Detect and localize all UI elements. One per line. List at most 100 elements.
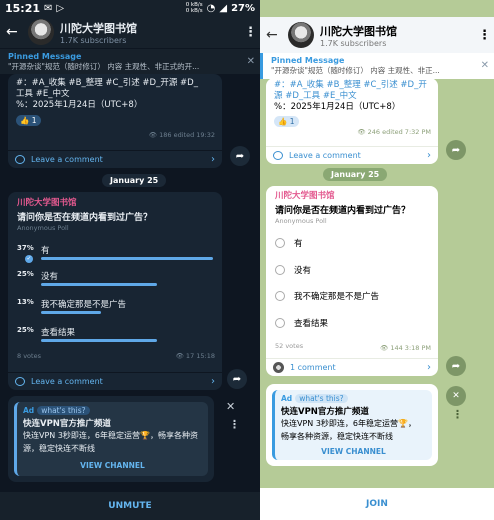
chevron-right-icon: › [427, 362, 431, 373]
ad-bubble: Ad what's this? 快连VPN官方推广频道 快连VPN 3秒即连，6年… [8, 396, 214, 482]
leave-comment-button[interactable]: Leave a comment › [266, 146, 438, 164]
poll-bubble: 川陀大学图书馆 请问你是否在频道内看到过广告？ Anonymous Poll 有… [266, 186, 438, 376]
poll-option[interactable]: 我不确定那是不是广告 [275, 287, 429, 305]
view-channel-button[interactable]: VIEW CHANNEL [23, 461, 202, 470]
channel-name[interactable]: 川陀大学图书馆 [60, 20, 244, 36]
check-icon: ✓ [25, 255, 33, 263]
hashtags-line-2[interactable]: 工具 #E_中文 [16, 89, 214, 100]
option-label: 有 [294, 239, 303, 249]
join-button[interactable]: JOIN [260, 488, 494, 520]
comment-icon [15, 155, 25, 164]
poll-option[interactable]: 有 [275, 234, 429, 252]
reaction-thumbs-up[interactable]: 👍 1 [16, 115, 41, 126]
view-channel-button[interactable]: VIEW CHANNEL [281, 447, 426, 456]
radio-icon [275, 318, 285, 328]
pinned-title: Pinned Message [271, 56, 345, 65]
poll-type: Anonymous Poll [17, 224, 69, 232]
close-ad-icon[interactable]: ✕ [446, 386, 466, 406]
comment-icon [273, 151, 283, 160]
channel-avatar[interactable] [288, 22, 314, 48]
option-bar [41, 311, 102, 314]
option-percent: 13% [17, 298, 34, 306]
subscriber-count: 1.7K subscribers [60, 35, 127, 45]
message-bubble-post: #：#A_收集 #B_整理 #C_引述 #D_开 源 #D_工具 #E_中文 %… [266, 78, 438, 164]
ad-title: 快连VPN官方推广频道 [281, 407, 369, 417]
poll-meta: 👁 144 3:18 PM [380, 344, 431, 352]
share-icon[interactable]: ➦ [230, 146, 250, 166]
poll-option[interactable]: 25% 没有 [17, 270, 213, 290]
leave-comment-button[interactable]: Leave a comment › [8, 372, 222, 390]
chat-header: ← 川陀大学图书馆 1.7K subscribers ⋮ [260, 17, 494, 53]
poll-option[interactable]: 没有 [275, 261, 429, 279]
back-arrow-icon[interactable]: ← [6, 24, 24, 40]
share-icon[interactable]: ➦ [446, 356, 466, 376]
option-bar [41, 339, 158, 342]
post-date-line: %：2025年1月24日（UTC+8） [16, 100, 143, 110]
poll-meta: 👁 17 15:18 [175, 352, 215, 360]
poll-option[interactable]: 13% 我不确定那是不是广告 [17, 298, 213, 318]
close-ad-icon[interactable]: ✕ [226, 400, 235, 413]
poll-option[interactable]: 25% 查看结果 [17, 326, 213, 346]
option-label: 没有 [41, 272, 59, 282]
light-theme-screen: ← 川陀大学图书馆 1.7K subscribers ⋮ Pinned Mess… [260, 0, 494, 520]
pinned-preview: "开源杂谈"规范（随时修订） 内容 主观性、非正式的开... [8, 62, 200, 71]
commenter-avatar [273, 362, 284, 373]
whats-this-link[interactable]: what's this? [37, 406, 90, 415]
radio-icon [275, 265, 285, 275]
chat-header: ← 川陀大学图书馆 1.7K subscribers ⋮ [0, 16, 260, 48]
more-menu-icon[interactable]: ⋮ [478, 28, 491, 43]
sponsored-message[interactable]: Ad what's this? 快连VPN官方推广频道 快连VPN 3秒即连，6年… [272, 390, 432, 460]
comments-button[interactable]: 1 comment › [266, 358, 438, 376]
back-arrow-icon[interactable]: ← [266, 27, 284, 43]
hashtags-line-2[interactable]: 源 #D_工具 #E_中文 [274, 91, 430, 102]
reaction-thumbs-up[interactable]: 👍 1 [274, 116, 299, 127]
option-percent: 37% [17, 244, 34, 252]
poll-channel-name[interactable]: 川陀大学图书馆 [275, 189, 429, 201]
chevron-right-icon: › [211, 376, 215, 387]
ad-title: 快连VPN官方推广频道 [23, 419, 111, 429]
option-percent: 25% [17, 270, 34, 278]
option-bar [41, 257, 213, 260]
ad-more-icon[interactable]: ⋮ [452, 408, 463, 421]
vote-count: 52 votes [275, 342, 304, 350]
hashtags-line-1[interactable]: #：#A_收集 #B_整理 #C_引述 #D_开源 #D_ [16, 78, 214, 89]
comment-label: Leave a comment [31, 377, 103, 386]
notification-icon: ✉ [44, 2, 53, 14]
dark-theme-screen: 15:21 ✉ ▷ 0 kB/s 0 kB/s ◔ ◢ 27% ← 川陀大学图书馆… [0, 0, 260, 520]
unmute-button[interactable]: UNMUTE [0, 492, 260, 520]
unpin-icon[interactable]: ✕ [247, 56, 255, 67]
channel-name[interactable]: 川陀大学图书馆 [320, 23, 478, 39]
subscriber-count: 1.7K subscribers [320, 38, 387, 48]
ad-body-2: 源，稳定快连不断线 [23, 444, 95, 453]
option-percent: 25% [17, 326, 34, 334]
poll-question: 请问你是否在频道内看到过广告？ [275, 206, 411, 216]
vote-count: 8 votes [17, 352, 41, 360]
radio-icon [275, 291, 285, 301]
post-meta: 👁 246 edited 7:32 PM [357, 128, 431, 136]
poll-option[interactable]: 37% 有 ✓ [17, 244, 213, 264]
comment-icon [15, 377, 25, 386]
share-icon[interactable]: ➦ [227, 369, 247, 389]
ad-body-1: 快连VPN 3秒即连，6年稳定运营🏆， [281, 419, 416, 428]
unpin-icon[interactable]: ✕ [481, 60, 489, 71]
whats-this-link[interactable]: what's this? [295, 394, 348, 403]
poll-option[interactable]: 查看结果 [275, 314, 429, 332]
pinned-title: Pinned Message [8, 52, 82, 61]
ad-more-icon[interactable]: ⋮ [229, 418, 240, 431]
sponsored-message[interactable]: Ad what's this? 快连VPN官方推广频道 快连VPN 3秒即连，6年… [14, 402, 208, 476]
hashtags-line-1[interactable]: #：#A_收集 #B_整理 #C_引述 #D_开 [274, 80, 430, 91]
poll-channel-name[interactable]: 川陀大学图书馆 [17, 196, 213, 208]
signal-icon: ◢ [219, 2, 228, 14]
pinned-message-bar[interactable]: Pinned Message "开源杂谈"规范（随时修订） 内容 主观性、非正.… [260, 53, 494, 79]
share-icon[interactable]: ➦ [446, 140, 466, 160]
network-speed: 0 kB/s 0 kB/s [185, 2, 203, 14]
option-label: 查看结果 [294, 319, 329, 329]
leave-comment-button[interactable]: Leave a comment › [8, 150, 222, 168]
option-label: 查看结果 [41, 328, 76, 338]
pinned-message-bar[interactable]: Pinned Message "开源杂谈"规范（随时修订） 内容 主观性、非正式… [0, 48, 260, 74]
channel-avatar[interactable] [28, 19, 54, 45]
post-meta: 👁 186 edited 19:32 [148, 131, 215, 139]
play-icon: ▷ [56, 2, 65, 14]
more-menu-icon[interactable]: ⋮ [244, 25, 257, 40]
option-label: 没有 [294, 266, 312, 276]
